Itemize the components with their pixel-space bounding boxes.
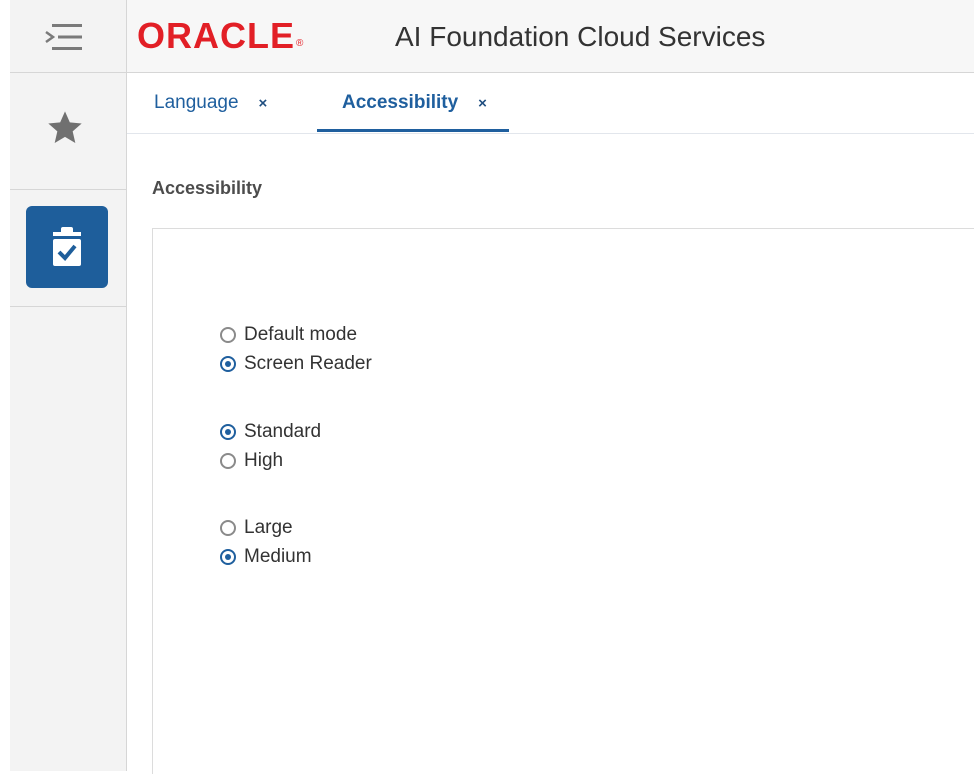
radio-option-large[interactable]: Large <box>220 513 312 542</box>
tab-label: Accessibility <box>342 92 459 113</box>
radio-button-selected[interactable] <box>220 355 236 372</box>
tab-bar: Language × Accessibility × <box>127 73 974 134</box>
menu-collapse-icon <box>45 24 82 50</box>
radio-label: Large <box>244 516 293 538</box>
star-icon <box>48 111 82 143</box>
radio-button-selected[interactable] <box>220 548 236 565</box>
radio-option-high[interactable]: High <box>220 446 321 475</box>
radio-label: Default mode <box>244 323 358 345</box>
radio-label: Screen Reader <box>244 352 372 374</box>
section-title: Accessibility <box>152 178 263 198</box>
tab-label: Language <box>154 92 239 113</box>
radio-option-medium[interactable]: Medium <box>220 542 312 571</box>
radio-button[interactable] <box>220 326 236 343</box>
close-icon[interactable]: × <box>478 95 487 112</box>
close-icon[interactable]: × <box>259 95 268 112</box>
tasks-button[interactable] <box>26 206 108 288</box>
radio-option-screen-reader[interactable]: Screen Reader <box>220 349 372 378</box>
contrast-radio-group: Standard High <box>220 417 321 475</box>
oracle-logo: ORACLE® <box>137 15 305 56</box>
left-rail <box>10 0 127 771</box>
radio-button[interactable] <box>220 452 236 469</box>
clipboard-check-icon <box>53 227 81 266</box>
radio-label: Standard <box>244 420 322 442</box>
font-size-radio-group: Large Medium <box>220 513 312 571</box>
radio-label: Medium <box>244 545 312 567</box>
favorites-button[interactable] <box>10 73 126 190</box>
tab-language[interactable]: Language × <box>154 73 267 132</box>
product-title: AI Foundation Cloud Services <box>395 21 766 52</box>
radio-button[interactable] <box>220 519 236 536</box>
tab-accessibility[interactable]: Accessibility × <box>317 73 509 132</box>
tasks-panel <box>10 190 126 307</box>
screen-mode-radio-group: Default mode Screen Reader <box>220 320 372 378</box>
settings-panel <box>152 228 974 774</box>
radio-label: High <box>244 449 284 471</box>
app-header: ORACLE® AI Foundation Cloud Services <box>127 0 974 73</box>
radio-button-selected[interactable] <box>220 423 236 440</box>
menu-toggle-button[interactable] <box>10 0 126 73</box>
radio-option-standard[interactable]: Standard <box>220 417 321 446</box>
radio-option-default-mode[interactable]: Default mode <box>220 320 372 349</box>
